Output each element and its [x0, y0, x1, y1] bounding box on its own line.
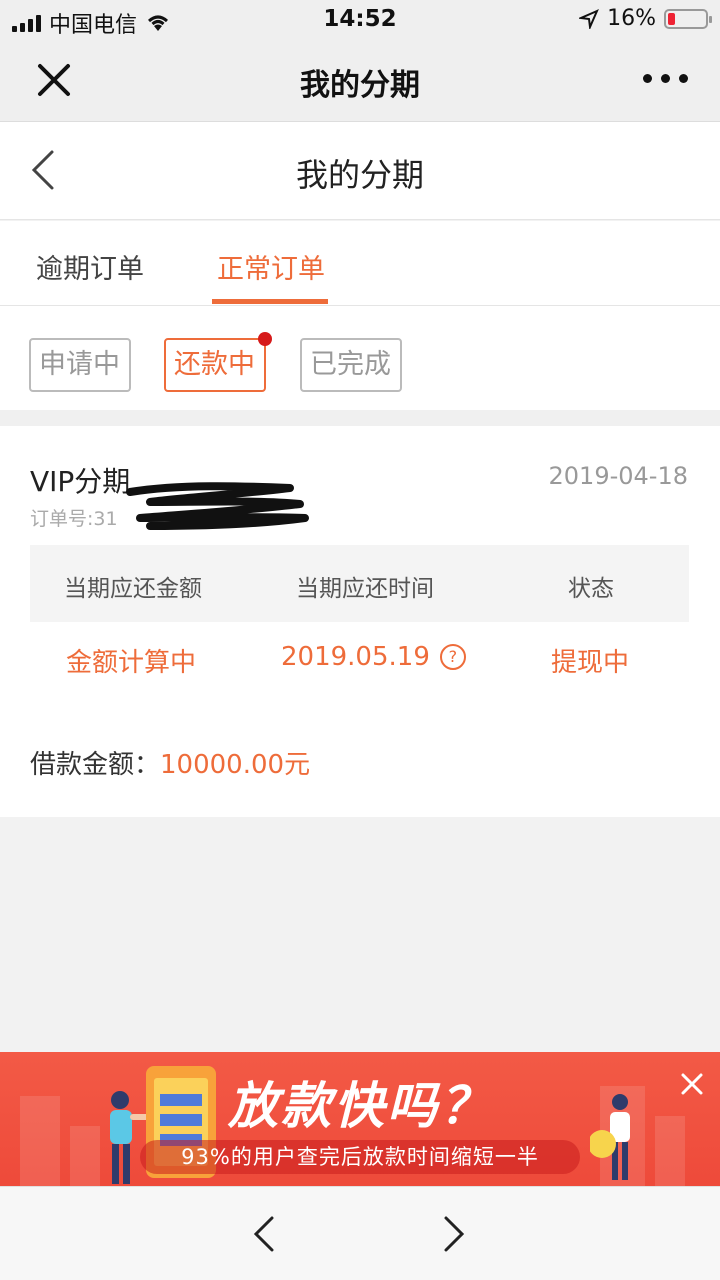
filter-label: 申请中: [39, 349, 120, 380]
filter-label: 已完成: [310, 349, 391, 380]
due-date-cell: 2019.05.19 ?: [281, 642, 466, 672]
banner-headline: 放款快吗？: [228, 1077, 493, 1135]
order-tabs: 逾期订单 正常订单: [0, 221, 720, 306]
status-bar: 中国电信 14:52 16%: [0, 0, 720, 40]
active-tab-indicator: [212, 299, 328, 304]
battery-icon: [664, 8, 712, 29]
order-card[interactable]: VIP分期 2019-04-18 订单号:31 当期应还金额 当期应还时间 状态…: [0, 426, 720, 817]
status-right: 16%: [579, 6, 712, 31]
status-filters: 申请中 还款中 已完成: [0, 306, 720, 410]
more-icon[interactable]: [643, 74, 688, 83]
section-divider: [0, 410, 720, 426]
filter-completed[interactable]: 已完成: [300, 338, 402, 392]
notification-dot: [258, 332, 272, 346]
help-icon[interactable]: ?: [439, 644, 466, 670]
loan-amount-label: 借款金额：: [30, 750, 161, 780]
promo-banner[interactable]: 放款快吗？ 93%的用户查完后放款时间缩短一半: [0, 1052, 720, 1186]
location-arrow-icon: [579, 8, 600, 29]
chevron-left-icon[interactable]: [252, 1215, 276, 1253]
filter-label: 还款中: [174, 349, 255, 380]
browser-title: 我的分期: [300, 68, 420, 103]
header-amount-due: 当期应还金额: [64, 576, 202, 602]
person-illustration-right: [590, 1094, 630, 1180]
tab-normal-orders[interactable]: 正常订单: [217, 247, 325, 286]
battery-percent: 16%: [607, 6, 656, 31]
amount-due-value: 金额计算中: [66, 648, 197, 678]
status-value: 提现中: [551, 648, 630, 678]
filter-applying[interactable]: 申请中: [29, 338, 131, 392]
browser-nav-bar: 我的分期: [0, 40, 720, 122]
redaction-scribble: [126, 482, 309, 530]
loan-amount-value: 10000.00元: [160, 750, 311, 780]
page-title: 我的分期: [295, 156, 424, 194]
order-date: 2019-04-18: [548, 462, 688, 490]
page-header: 我的分期: [0, 122, 720, 220]
installment-table-header: 当期应还金额 当期应还时间 状态: [30, 545, 689, 622]
header-status: 状态: [568, 576, 614, 602]
filter-repaying[interactable]: 还款中: [164, 332, 272, 392]
tab-overdue-orders[interactable]: 逾期订单: [36, 247, 144, 286]
loan-amount-line: 借款金额：10000.00元: [30, 744, 310, 781]
due-date-value: 2019.05.19: [281, 642, 430, 672]
bottom-nav-bar: [0, 1186, 720, 1280]
header-due-date: 当期应还时间: [296, 576, 434, 602]
installment-row: 金额计算中 2019.05.19 ? 提现中: [30, 642, 689, 682]
banner-subtext: 93%的用户查完后放款时间缩短一半: [140, 1140, 580, 1174]
chevron-right-icon[interactable]: [442, 1215, 466, 1253]
banner-close-icon[interactable]: [680, 1072, 704, 1096]
